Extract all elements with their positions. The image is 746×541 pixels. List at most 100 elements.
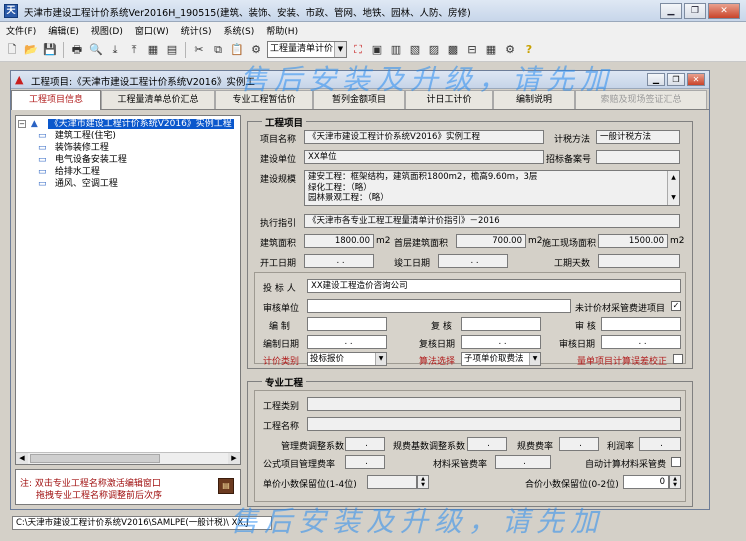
calc-icon[interactable]: ▦: [145, 42, 161, 58]
start-date-field[interactable]: . .: [304, 254, 374, 268]
duration-field[interactable]: [598, 254, 680, 268]
tab-provisional-sum[interactable]: 暂列金额项目: [313, 90, 405, 109]
window-arrange-icon[interactable]: ▧: [407, 42, 423, 58]
collapse-icon[interactable]: −: [18, 120, 26, 128]
close-icon[interactable]: ✕: [708, 3, 740, 19]
window-split-icon[interactable]: ▩: [445, 42, 461, 58]
audit-field[interactable]: [601, 317, 681, 331]
tab-project-info[interactable]: 工程项目信息: [11, 90, 101, 110]
scroll-thumb[interactable]: [30, 454, 160, 463]
bidder-field[interactable]: XX建设工程造价咨询公司: [307, 279, 681, 293]
algorithm-select[interactable]: 子项单价取费法 ▼: [461, 352, 541, 366]
bid-no-field[interactable]: [596, 150, 680, 164]
calculator-icon[interactable]: ▦: [483, 42, 499, 58]
tab-specialty-estimate[interactable]: 专业工程暂估价: [215, 90, 313, 109]
preview-icon[interactable]: 🔍: [88, 42, 104, 58]
unit-decimal-spinner[interactable]: ▲ ▼: [417, 475, 429, 489]
end-date-field[interactable]: . .: [438, 254, 508, 268]
fee-base-coef-field[interactable]: .: [467, 437, 507, 451]
settings-icon[interactable]: ⚙: [502, 42, 518, 58]
material-checkbox[interactable]: ✓: [671, 301, 681, 311]
menu-view[interactable]: 视图(D): [85, 24, 129, 37]
paste-icon[interactable]: 📋: [229, 42, 245, 58]
menu-stats[interactable]: 统计(S): [175, 24, 218, 37]
open-folder-icon[interactable]: 📂: [23, 42, 39, 58]
unit-decimal-field[interactable]: [367, 475, 417, 489]
scroll-down-icon[interactable]: ▼: [668, 191, 679, 205]
tab-bill-summary[interactable]: 工程量清单总价汇总: [101, 90, 215, 109]
menu-help[interactable]: 帮助(H): [260, 24, 304, 37]
window-cascade-icon[interactable]: ▥: [388, 42, 404, 58]
dropdown-tool-icon[interactable]: ⊟: [464, 42, 480, 58]
tab-description[interactable]: 编制说明: [493, 90, 575, 109]
scroll-up-icon[interactable]: ▲: [668, 171, 679, 185]
audit-date-field[interactable]: . .: [601, 335, 681, 349]
print-icon[interactable]: 🖶: [69, 42, 85, 58]
tools-icon[interactable]: ⚙: [248, 42, 264, 58]
tree-item[interactable]: ▭ 给排水工程: [18, 166, 238, 178]
fee-rate-field[interactable]: .: [559, 437, 599, 451]
menu-window[interactable]: 窗口(W): [129, 24, 175, 37]
report-icon[interactable]: ▤: [164, 42, 180, 58]
first-floor-field[interactable]: 700.00: [456, 234, 526, 248]
pricing-mode-select[interactable]: 工程量清单计价 ▼: [267, 41, 347, 58]
menu-edit[interactable]: 编辑(E): [42, 24, 85, 37]
copy-icon[interactable]: ⧉: [210, 42, 226, 58]
tree-root[interactable]: − ▲ 《天津市建设工程计价系统V2016》实例工程: [18, 118, 238, 130]
algorithm-label: 算法选择: [419, 357, 456, 367]
project-name-field[interactable]: 《天津市建设工程计价系统V2016》实例工程: [304, 130, 544, 144]
scale-vscrollbar[interactable]: ▲ ▼: [667, 171, 679, 205]
help-icon[interactable]: ?: [521, 42, 537, 58]
spec-type-field[interactable]: [307, 397, 681, 411]
compile-date-field[interactable]: . .: [307, 335, 387, 349]
guide-field[interactable]: 《天津市各专业工程工程量清单计价指引》－2016: [304, 214, 680, 228]
close-icon[interactable]: ✕: [687, 73, 705, 86]
book-icon[interactable]: ▤: [218, 478, 234, 494]
maximize-icon[interactable]: ❐: [684, 3, 706, 19]
scroll-right-icon[interactable]: ▶: [228, 453, 240, 464]
spin-down-icon[interactable]: ▼: [670, 482, 680, 488]
new-file-icon[interactable]: 🗋: [4, 42, 20, 58]
export-icon[interactable]: ⤒: [126, 42, 142, 58]
spec-name-field[interactable]: [307, 417, 681, 431]
tree-item[interactable]: ▭ 装饰装修工程: [18, 142, 238, 154]
site-area-field[interactable]: 1500.00: [598, 234, 668, 248]
scroll-left-icon[interactable]: ◀: [16, 453, 28, 464]
common-mgmt-field[interactable]: .: [345, 455, 385, 469]
window-tile-icon[interactable]: ▣: [369, 42, 385, 58]
auto-material-checkbox[interactable]: [671, 457, 681, 467]
scale-textarea[interactable]: 建安工程：框架结构，建筑面积1800m2，檐高9.60m，3层 绿化工程：（略）…: [304, 170, 680, 206]
review-date-field[interactable]: . .: [461, 335, 541, 349]
tree-item[interactable]: ▭ 电气设备安装工程: [18, 154, 238, 166]
minimize-icon[interactable]: ▁: [647, 73, 665, 86]
fullscreen-icon[interactable]: ⛶: [350, 42, 366, 58]
cut-icon[interactable]: ✂: [191, 42, 207, 58]
area-field[interactable]: 1800.00: [304, 234, 374, 248]
material-rate-field[interactable]: .: [495, 455, 551, 469]
save-icon[interactable]: 💾: [42, 42, 58, 58]
bq-error-checkbox[interactable]: [673, 354, 683, 364]
restore-icon[interactable]: ❐: [667, 73, 685, 86]
status-bar: C:\天津市建设工程计价系统V2016\SAMLPE(一般计税)\ XX.J: [0, 512, 746, 541]
spin-down-icon[interactable]: ▼: [418, 482, 428, 488]
menu-file[interactable]: 文件(F): [0, 24, 42, 37]
tree-hscrollbar[interactable]: ◀ ▶: [16, 452, 240, 464]
audit-unit-field[interactable]: [307, 299, 571, 313]
tree-item[interactable]: ▭ 建筑工程(住宅): [18, 130, 238, 142]
window-list-icon[interactable]: ▨: [426, 42, 442, 58]
tax-method-field[interactable]: 一般计税方法: [596, 130, 680, 144]
tab-daywork[interactable]: 计日工计价: [405, 90, 493, 109]
profit-field[interactable]: .: [639, 437, 681, 451]
total-decimal-spinner[interactable]: ▲ ▼: [669, 475, 681, 489]
build-unit-field[interactable]: XX单位: [304, 150, 544, 164]
tab-claims-summary[interactable]: 索赔及现场签证汇总: [575, 90, 707, 109]
mgmt-coef-field[interactable]: .: [345, 437, 385, 451]
total-decimal-field[interactable]: 0: [623, 475, 669, 489]
import-icon[interactable]: ⤓: [107, 42, 123, 58]
review-field[interactable]: [461, 317, 541, 331]
menu-system[interactable]: 系统(S): [218, 24, 261, 37]
minimize-icon[interactable]: ▁: [660, 3, 682, 19]
compile-field[interactable]: [307, 317, 387, 331]
price-type-select[interactable]: 投标报价 ▼: [307, 352, 387, 366]
tree-item[interactable]: ▭ 通风、空调工程: [18, 178, 238, 190]
